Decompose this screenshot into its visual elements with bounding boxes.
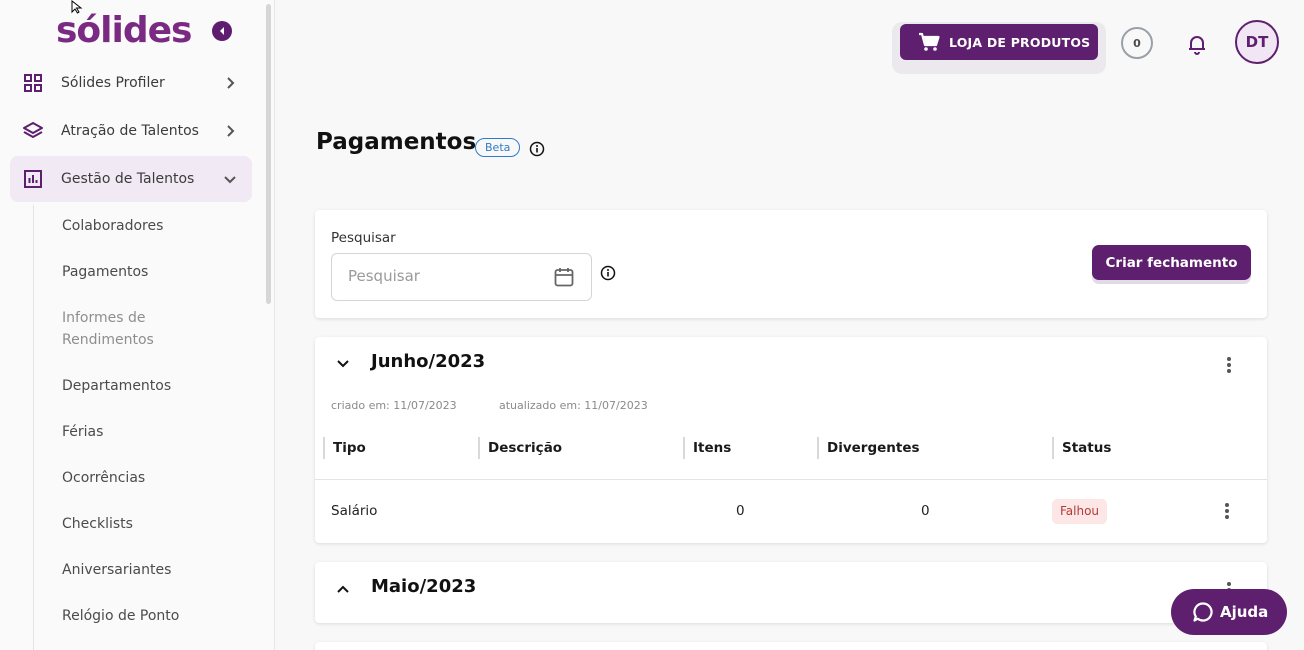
sidebar-scrollbar[interactable]	[266, 4, 271, 304]
chevron-up-icon[interactable]	[335, 581, 351, 597]
column-header-descricao: Descrição	[478, 437, 562, 459]
caret-left-icon	[220, 27, 224, 35]
updated-date: atualizado em: 11/07/2023	[499, 399, 648, 412]
cell-divergentes: 0	[921, 503, 930, 519]
sidebar-subitem-aniversariantes[interactable]: Aniversariantes	[62, 559, 242, 581]
bar-chart-icon	[24, 170, 42, 188]
header-divider	[315, 479, 1267, 480]
page-title: Pagamentos	[316, 129, 477, 155]
month-card-partial	[315, 642, 1267, 650]
cell-itens: 0	[736, 503, 745, 519]
store-button[interactable]: LOJA DE PRODUTOS	[900, 24, 1098, 60]
mouse-cursor-icon	[71, 0, 83, 14]
column-header-divergentes: Divergentes	[817, 437, 920, 459]
row-more-options-icon[interactable]	[1224, 502, 1230, 520]
column-header-tipo: Tipo	[323, 437, 366, 459]
created-date: criado em: 11/07/2023	[331, 399, 457, 412]
sidebar-subitem-pagamentos[interactable]: Pagamentos	[62, 261, 242, 283]
brand-logo[interactable]: sólides	[56, 10, 192, 51]
month-card-junho: Junho/2023 criado em: 11/07/2023 atualiz…	[315, 337, 1267, 543]
points-counter[interactable]: 0	[1121, 27, 1153, 59]
grid-icon	[24, 74, 42, 92]
sidebar-item-solides-profiler[interactable]: Sólides Profiler	[10, 60, 252, 106]
sidebar-subitem-ocorrencias[interactable]: Ocorrências	[62, 467, 242, 489]
sidebar-item-label: Atração de Talentos	[61, 123, 199, 139]
beta-badge: Beta	[475, 138, 521, 157]
create-closing-button[interactable]: Criar fechamento	[1092, 245, 1251, 280]
chevron-down-icon	[224, 176, 236, 184]
chevron-right-icon	[227, 125, 235, 137]
column-header-status: Status	[1052, 437, 1111, 459]
chevron-right-icon	[227, 77, 235, 89]
help-button[interactable]: Ajuda	[1171, 589, 1287, 635]
submenu-guide-line	[33, 205, 34, 650]
store-button-label: LOJA DE PRODUTOS	[949, 34, 1091, 50]
chat-bubble-icon	[1193, 602, 1213, 622]
month-title: Junho/2023	[371, 351, 486, 372]
cell-tipo: Salário	[331, 503, 378, 519]
more-options-icon[interactable]	[1226, 356, 1232, 374]
help-button-label: Ajuda	[1220, 603, 1269, 621]
search-input[interactable]	[348, 267, 538, 285]
search-field[interactable]	[331, 253, 592, 301]
sidebar-subitem-relogio-de-ponto[interactable]: Relógio de Ponto	[62, 605, 242, 627]
sidebar-item-gestao-de-talentos[interactable]: Gestão de Talentos	[10, 156, 252, 202]
layers-icon	[23, 122, 43, 138]
sidebar-item-atracao-de-talentos[interactable]: Atração de Talentos	[10, 108, 252, 154]
chevron-down-icon[interactable]	[335, 356, 351, 372]
sidebar-item-label: Sólides Profiler	[61, 75, 165, 91]
sidebar-item-label: Gestão de Talentos	[61, 171, 195, 187]
app-root: sólides Sólides Profiler Atração de Tale…	[0, 0, 1304, 650]
sidebar: sólides Sólides Profiler Atração de Tale…	[0, 0, 275, 650]
user-avatar[interactable]: DT	[1235, 20, 1279, 64]
filter-card: Pesquisar Criar fechamento	[315, 210, 1267, 318]
sidebar-subitem-ferias[interactable]: Férias	[62, 421, 242, 443]
bell-icon[interactable]	[1186, 33, 1208, 55]
sidebar-subitem-checklists[interactable]: Checklists	[62, 513, 242, 535]
shopping-cart-icon	[919, 32, 940, 51]
collapse-sidebar-button[interactable]	[212, 21, 232, 41]
status-badge: Falhou	[1052, 499, 1108, 524]
calendar-icon[interactable]	[553, 266, 575, 288]
info-icon[interactable]	[529, 141, 545, 157]
month-title: Maio/2023	[371, 576, 477, 597]
month-card-maio: Maio/2023	[315, 562, 1267, 623]
sidebar-subitem-colaboradores[interactable]: Colaboradores	[62, 215, 242, 237]
search-label: Pesquisar	[331, 230, 396, 246]
info-icon[interactable]	[600, 265, 616, 281]
column-header-itens: Itens	[683, 437, 731, 459]
sidebar-subitem-departamentos[interactable]: Departamentos	[62, 375, 242, 397]
sidebar-subitem-informes-de-rendimentos[interactable]: Informes de Rendimentos	[62, 307, 182, 351]
